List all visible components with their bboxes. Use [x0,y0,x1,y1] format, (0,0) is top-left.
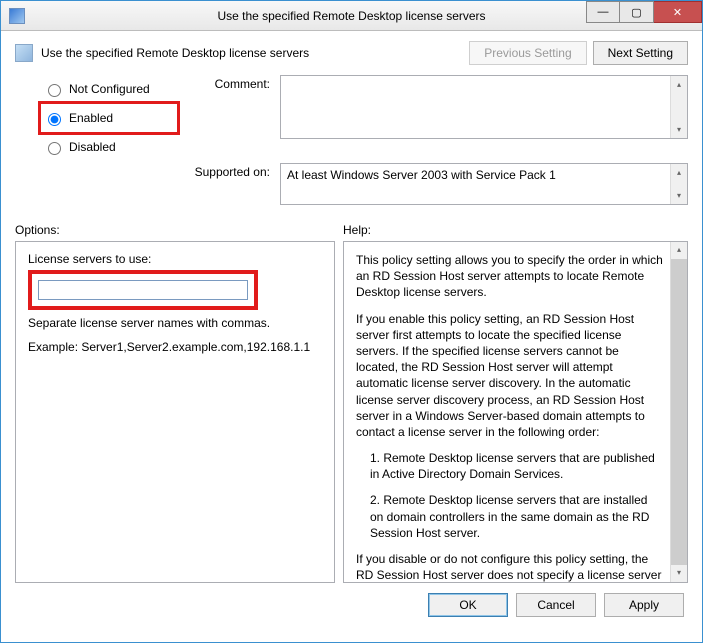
radio-enabled[interactable]: Enabled [43,110,169,126]
license-input-highlight [28,270,258,310]
enabled-highlight: Enabled [38,101,180,135]
help-p5: If you disable or do not configure this … [356,551,663,583]
radio-enabled-label: Enabled [69,111,113,125]
title-bar: Use the specified Remote Desktop license… [1,1,702,31]
license-servers-input[interactable] [38,280,248,300]
app-icon [9,8,25,24]
cancel-button[interactable]: Cancel [516,593,596,617]
supported-text: At least Windows Server 2003 with Servic… [287,168,556,182]
radio-disabled-input[interactable] [48,142,61,155]
radio-not-configured-label: Not Configured [69,82,150,96]
comment-scrollbar[interactable]: ▴ ▾ [670,76,687,138]
policy-subtitle: Use the specified Remote Desktop license… [41,46,309,60]
maximize-button[interactable]: ▢ [620,1,654,23]
license-hint-1: Separate license server names with comma… [28,316,322,330]
license-hint-2: Example: Server1,Server2.example.com,192… [28,340,322,354]
scroll-up-icon[interactable]: ▴ [671,164,687,181]
help-p1: This policy setting allows you to specif… [356,252,663,301]
scroll-thumb[interactable] [671,259,687,565]
scroll-up-icon[interactable]: ▴ [671,242,687,259]
policy-icon [15,44,33,62]
help-panel: This policy setting allows you to specif… [343,241,688,583]
next-setting-button[interactable]: Next Setting [593,41,688,65]
options-section-label: Options: [15,223,335,237]
dialog-footer: OK Cancel Apply [15,593,688,617]
window-controls: — ▢ ✕ [586,1,702,30]
help-p4: 2. Remote Desktop license servers that a… [356,492,663,541]
comment-label: Comment: [180,75,280,91]
apply-button[interactable]: Apply [604,593,684,617]
supported-scrollbar[interactable]: ▴ ▾ [670,164,687,204]
help-scrollbar[interactable]: ▴ ▾ [670,242,687,582]
scroll-down-icon[interactable]: ▾ [671,121,687,138]
radio-not-configured[interactable]: Not Configured [43,81,180,97]
scroll-down-icon[interactable]: ▾ [671,565,687,582]
help-section-label: Help: [343,223,688,237]
options-panel: License servers to use: Separate license… [15,241,335,583]
radio-disabled-label: Disabled [69,140,116,154]
help-p3: 1. Remote Desktop license servers that a… [356,450,663,482]
help-p2: If you enable this policy setting, an RD… [356,311,663,441]
close-button[interactable]: ✕ [654,1,702,23]
ok-button[interactable]: OK [428,593,508,617]
supported-label: Supported on: [180,163,280,179]
state-radio-group: Not Configured Enabled Disabled [15,81,180,155]
scroll-up-icon[interactable]: ▴ [671,76,687,93]
comment-textarea[interactable]: ▴ ▾ [280,75,688,139]
minimize-button[interactable]: — [586,1,620,23]
radio-enabled-input[interactable] [48,113,61,126]
previous-setting-button[interactable]: Previous Setting [469,41,586,65]
license-servers-label: License servers to use: [28,252,322,266]
radio-disabled[interactable]: Disabled [43,139,180,155]
scroll-down-icon[interactable]: ▾ [671,187,687,204]
supported-box: At least Windows Server 2003 with Servic… [280,163,688,205]
radio-not-configured-input[interactable] [48,84,61,97]
header-row: Use the specified Remote Desktop license… [15,41,688,65]
